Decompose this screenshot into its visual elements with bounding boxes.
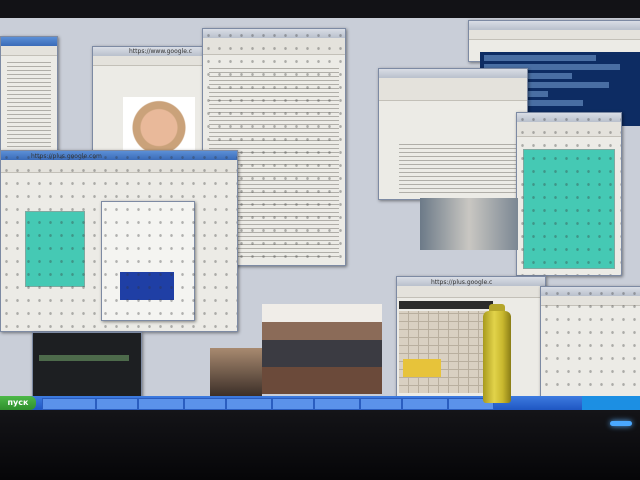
window-titlebar[interactable] <box>379 69 527 78</box>
window-editor[interactable] <box>378 68 528 200</box>
map-view[interactable] <box>399 311 493 393</box>
system-tray <box>582 396 640 410</box>
window-toolbar <box>469 30 640 40</box>
taskbar-item[interactable] <box>184 398 226 410</box>
window-titlebar[interactable] <box>469 21 640 30</box>
taskbar-item[interactable] <box>272 398 314 410</box>
conference-photo-small <box>210 348 262 396</box>
address-bar[interactable]: https://plus.google.com <box>1 153 237 173</box>
taskbar-item[interactable] <box>96 398 138 410</box>
address-bar[interactable]: https://plus.google.c <box>397 279 545 298</box>
window-toolbar <box>379 78 527 101</box>
window-browser-main[interactable]: https://plus.google.com <box>0 150 238 332</box>
taskbar: пуск <box>0 396 640 410</box>
conference-photo <box>262 304 382 394</box>
window-toolbar <box>517 122 621 137</box>
group-photo <box>420 198 518 250</box>
teal-page <box>523 149 615 269</box>
document-text <box>399 141 517 193</box>
window-titlebar[interactable] <box>541 287 640 296</box>
taskbar-item[interactable] <box>360 398 402 410</box>
monitor-screen: https://www.google.c https://plus.google… <box>0 18 640 410</box>
window-map-browser[interactable]: https://plus.google.c <box>396 276 546 404</box>
url-text: https://plus.google.c <box>431 279 493 286</box>
taskbar-item[interactable] <box>226 398 272 410</box>
url-text: https://www.google.c <box>129 48 193 55</box>
address-bar[interactable]: https://www.google.c <box>93 48 205 66</box>
start-button[interactable]: пуск <box>0 396 36 410</box>
map-header-bar <box>399 301 493 309</box>
window-toolbar <box>541 296 640 306</box>
power-led-icon <box>610 421 632 426</box>
window-toolbar <box>1 46 57 56</box>
window-titlebar[interactable] <box>1 37 57 46</box>
window-lower-right[interactable] <box>540 286 640 400</box>
url-text: https://plus.google.com <box>31 153 102 160</box>
window-teal-document[interactable] <box>516 112 622 276</box>
window-toolbar <box>203 38 345 55</box>
yellow-bottle <box>483 311 511 403</box>
taskbar-item[interactable] <box>42 398 96 410</box>
teal-page <box>25 211 85 287</box>
taskbar-item[interactable] <box>314 398 360 410</box>
taskbar-item[interactable] <box>138 398 184 410</box>
video-thumbnail[interactable] <box>120 272 174 300</box>
window-titlebar[interactable] <box>203 29 345 38</box>
window-titlebar[interactable] <box>517 113 621 122</box>
taskbar-item[interactable] <box>402 398 448 410</box>
post-card <box>101 201 195 321</box>
monitor-bezel-bottom <box>0 410 640 480</box>
window-dark-panel[interactable] <box>32 332 142 398</box>
